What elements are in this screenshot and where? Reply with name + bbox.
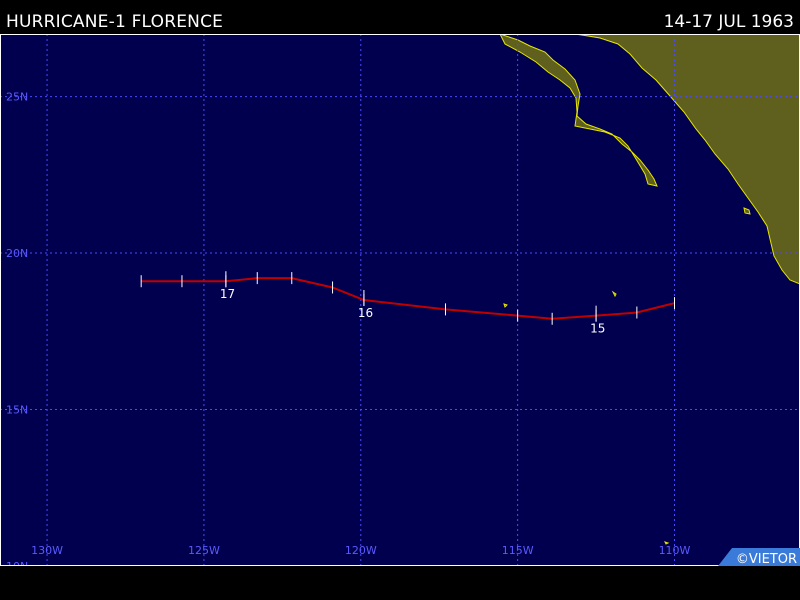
credit-text: ©VIETOR [736, 552, 797, 566]
lon-label: 110W [659, 544, 691, 557]
date-range: 14-17 JUL 1963 [663, 12, 794, 32]
day-label: 16 [358, 306, 373, 320]
lon-label: 115W [502, 544, 534, 557]
lat-label: 25N [6, 91, 28, 104]
lat-label: 20N [6, 247, 28, 260]
hurricane-track-map: 25N20N15N10N130W125W120W115W110W 151617 … [0, 34, 800, 566]
ocean [0, 34, 800, 566]
footer-bar [0, 566, 800, 600]
credit-badge: ©VIETOR [718, 548, 800, 566]
lon-label: 120W [345, 544, 377, 557]
lon-label: 125W [188, 544, 220, 557]
lat-label: 15N [6, 404, 28, 417]
header-bar: HURRICANE-1 FLORENCE 14-17 JUL 1963 [0, 0, 800, 34]
day-label: 15 [590, 322, 605, 336]
day-label: 17 [220, 287, 235, 301]
lon-label: 130W [31, 544, 63, 557]
map-title: HURRICANE-1 FLORENCE [6, 12, 224, 32]
